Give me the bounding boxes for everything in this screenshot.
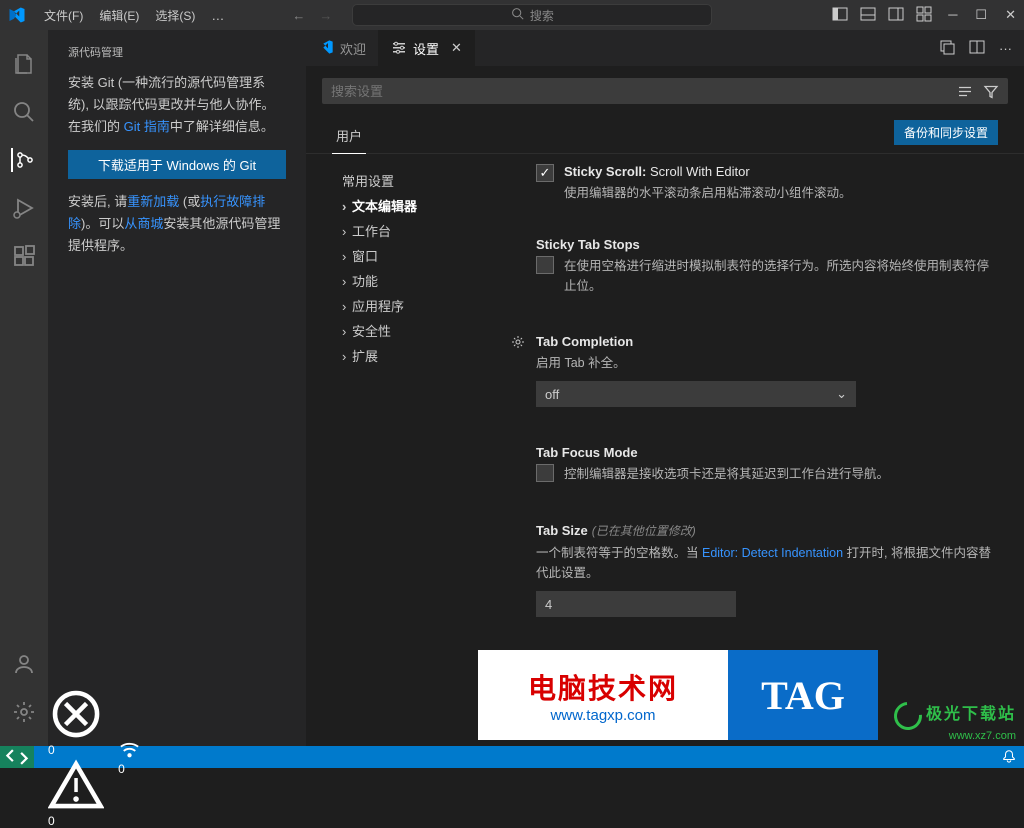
split-editor-icon[interactable]	[969, 39, 985, 58]
marketplace-link[interactable]: 从商城	[124, 216, 163, 231]
status-bar: 0 0 0	[0, 746, 1024, 768]
toc-applications[interactable]: ›应用程序	[328, 293, 496, 318]
backup-sync-button[interactable]: 备份和同步设置	[894, 120, 998, 145]
toc-texteditor[interactable]: ›文本编辑器	[328, 193, 496, 218]
close-tab-icon[interactable]: ✕	[451, 40, 462, 56]
setting-sticky-scroll: Sticky Scroll: Scroll With Editor 使用编辑器的…	[524, 164, 994, 203]
filter-icon[interactable]	[983, 82, 999, 101]
status-notifications-icon[interactable]	[1002, 749, 1016, 766]
setting-tab-completion: Tab Completion 启用 Tab 补全。 off ⌄	[524, 334, 994, 407]
tab-label: 设置	[413, 39, 439, 58]
layout-sidebar-right-icon[interactable]	[888, 6, 904, 25]
setting-sticky-tab-stops: Sticky Tab Stops 在使用空格进行缩进时模拟制表符的选择行为。所选…	[524, 237, 994, 296]
settings-header: 用户 备份和同步设置	[306, 112, 1024, 154]
layout-panel-icon[interactable]	[860, 6, 876, 25]
toc-features[interactable]: ›功能	[328, 268, 496, 293]
layout-sidebar-left-icon[interactable]	[832, 6, 848, 25]
title-bar: 文件(F) 编辑(E) 选择(S) … ← → 搜索 ─ ☐ ✕	[0, 0, 1024, 30]
settings-search-input[interactable]	[331, 84, 957, 99]
search-placeholder: 搜索	[530, 7, 554, 24]
source-control-icon[interactable]	[11, 148, 35, 172]
activity-bar	[0, 30, 48, 746]
git-guide-link[interactable]: Git 指南	[124, 119, 170, 134]
nav-back-icon[interactable]: ←	[292, 8, 305, 23]
nav-forward-icon[interactable]: →	[319, 8, 332, 23]
select-tab-completion[interactable]: off ⌄	[536, 381, 856, 407]
extensions-icon[interactable]	[12, 244, 36, 268]
input-tab-size[interactable]: 4	[536, 591, 736, 617]
toc-window[interactable]: ›窗口	[328, 243, 496, 268]
status-problems[interactable]: 0 0	[48, 686, 104, 828]
settings-editor: 用户 备份和同步设置 常用设置 ›文本编辑器 ›工作台 ›窗口 ›功能 ›应用程…	[306, 66, 1024, 746]
toc-extensions[interactable]: ›扩展	[328, 343, 496, 368]
reload-link[interactable]: 重新加载	[127, 194, 179, 209]
open-editors-icon[interactable]	[939, 39, 955, 58]
window-minimize-icon[interactable]: ─	[948, 7, 957, 23]
editor-area: 欢迎 设置 ✕ ··· 用户 备份和同步设置 常用设置 ›文	[306, 30, 1024, 746]
settings-tab-icon	[391, 39, 407, 58]
menu-overflow-icon[interactable]: …	[203, 8, 232, 23]
setting-tab-size: Tab Size(已在其他位置修改) 一个制表符等于的空格数。当 Editor:…	[524, 522, 994, 617]
status-ports[interactable]: 0	[118, 738, 141, 776]
jiguang-watermark: 极光下载站 www.xz7.com	[894, 700, 1016, 742]
clear-search-icon[interactable]	[957, 82, 973, 101]
scm-sidebar: 源代码管理 安装 Git (一种流行的源代码管理系统), 以跟踪代码更改并与他人…	[48, 30, 306, 746]
checkbox-tab-focus-mode[interactable]	[536, 464, 554, 482]
command-center-search[interactable]: 搜索	[352, 4, 712, 26]
more-actions-icon[interactable]: ···	[999, 41, 1012, 56]
sidebar-content-2: 安装后, 请重新加载 (或执行故障排除)。可以从商城安装其他源代码管理提供程序。	[48, 191, 306, 257]
tab-welcome[interactable]: 欢迎	[306, 30, 379, 66]
search-icon	[511, 7, 524, 23]
menu-file[interactable]: 文件(F)	[36, 7, 91, 24]
run-debug-icon[interactable]	[12, 196, 36, 220]
download-git-button[interactable]: 下载适用于 Windows 的 Git	[68, 150, 286, 179]
menu-edit[interactable]: 编辑(E)	[91, 7, 147, 24]
watermark-overlay: 电脑技术网 www.tagxp.com TAG	[478, 650, 878, 740]
explorer-icon[interactable]	[12, 52, 36, 76]
editor-tabs: 欢迎 设置 ✕ ···	[306, 30, 1024, 66]
accounts-icon[interactable]	[12, 652, 36, 676]
toc-common[interactable]: 常用设置	[328, 168, 496, 193]
chevron-down-icon: ⌄	[836, 386, 847, 402]
checkbox-sticky-scroll[interactable]	[536, 164, 554, 182]
toc-security[interactable]: ›安全性	[328, 318, 496, 343]
sidebar-content: 安装 Git (一种流行的源代码管理系统), 以跟踪代码更改并与他人协作。在我们…	[48, 72, 306, 138]
vscode-logo-icon	[8, 6, 26, 24]
settings-scope-user[interactable]: 用户	[332, 118, 366, 154]
toc-workbench[interactable]: ›工作台	[328, 218, 496, 243]
window-maximize-icon[interactable]: ☐	[975, 7, 987, 23]
tab-label: 欢迎	[340, 39, 366, 58]
customize-layout-icon[interactable]	[916, 6, 932, 25]
vscode-tab-icon	[318, 39, 334, 58]
checkbox-sticky-tab-stops[interactable]	[536, 256, 554, 274]
search-activity-icon[interactable]	[12, 100, 36, 124]
remote-indicator-icon[interactable]	[0, 746, 34, 768]
settings-toc: 常用设置 ›文本编辑器 ›工作台 ›窗口 ›功能 ›应用程序 ›安全性 ›扩展	[306, 154, 496, 746]
tab-settings[interactable]: 设置 ✕	[379, 30, 475, 66]
sidebar-title: 源代码管理	[48, 40, 306, 72]
gear-icon[interactable]	[510, 334, 526, 353]
detect-indentation-link[interactable]: Editor: Detect Indentation	[702, 546, 843, 560]
manage-gear-icon[interactable]	[12, 700, 36, 724]
window-close-icon[interactable]: ✕	[1005, 7, 1016, 23]
setting-tab-focus-mode: Tab Focus Mode 控制编辑器是接收选项卡还是将其延迟到工作台进行导航…	[524, 445, 994, 484]
settings-search-box[interactable]	[322, 78, 1008, 104]
menu-select[interactable]: 选择(S)	[147, 7, 203, 24]
